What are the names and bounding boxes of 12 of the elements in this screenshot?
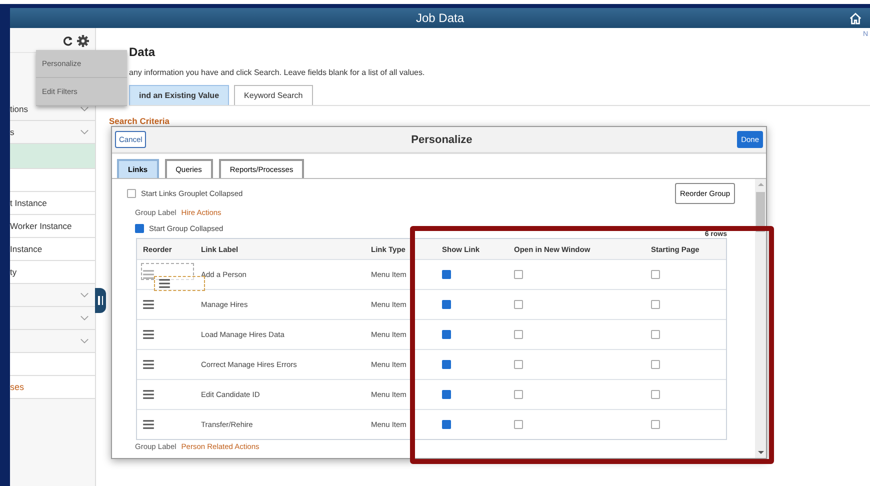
- sidebar-item[interactable]: ses: [10, 376, 95, 399]
- instructions-text: any information you have and click Search. Leave fields blank for a list of all values.: [129, 68, 426, 77]
- window-title: Job Data: [416, 11, 464, 25]
- sidebar-item[interactable]: t Instance: [10, 192, 95, 215]
- section-heading[interactable]: Search Criteria: [109, 116, 870, 126]
- dialog-title: Personalize: [411, 134, 472, 146]
- search-tab[interactable]: ind an Existing Value: [129, 85, 230, 105]
- sidebar-item[interactable]: ty: [10, 261, 95, 284]
- search-tab[interactable]: Keyword Search: [234, 85, 313, 105]
- sidebar-item[interactable]: Instance: [10, 238, 95, 261]
- page-title: Data: [129, 45, 156, 59]
- sidebar-item[interactable]: Worker Instance: [10, 215, 95, 238]
